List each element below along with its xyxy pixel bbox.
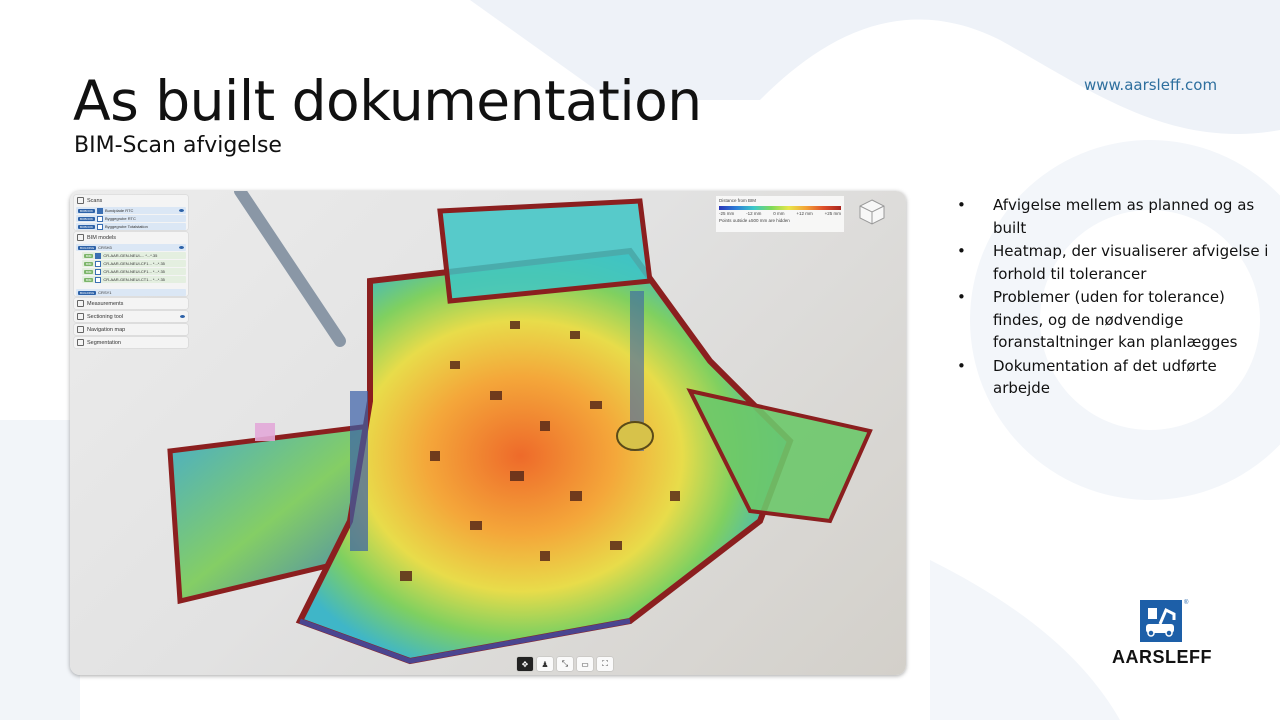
bim-item[interactable]: BIM CR-AAR-GEN-NEUI-... *...*.35: [82, 252, 186, 259]
bullet-item: • Problemer (uden for tolerance) findes, …: [957, 288, 1238, 351]
deviation-legend: Distance from BIM -25 mm -12 mm 0 mm +12…: [716, 196, 844, 232]
bim-item[interactable]: BIM CR-AAR-GEN-NEUI-CT1... *...*.35: [82, 276, 186, 283]
viewer-toolbar: ✥ ♟ ⤡ ▭ ⛶: [517, 657, 613, 673]
aarsleff-logo: ® AARSLEFF: [1097, 600, 1227, 670]
screen-icon[interactable]: ▭: [577, 657, 593, 671]
eye-icon[interactable]: [180, 315, 185, 318]
person-icon[interactable]: ♟: [537, 657, 553, 671]
registered-mark: ®: [1184, 600, 1189, 606]
bim-models-panel: BIM models BUILDING CRSH3 BIM CR-AAR-GEN…: [74, 232, 188, 296]
legend-tick: -12 mm: [746, 211, 762, 216]
checkbox[interactable]: [95, 276, 102, 283]
building-item[interactable]: BUILDING CRSY1: [76, 289, 186, 296]
tool-segmentation[interactable]: Segmentation: [74, 337, 188, 348]
scan-icon: [77, 197, 84, 204]
heatmap-scan-image[interactable]: [70, 191, 906, 675]
move-icon[interactable]: ✥: [517, 657, 533, 671]
fullscreen-icon[interactable]: ⛶: [597, 657, 613, 671]
segment-icon: [77, 339, 84, 346]
point-cloud-viewer[interactable]: Scans BOBOOK Bundplade RTC BOBOOK Byggeg…: [70, 191, 906, 675]
building-item[interactable]: BUILDING CRSH3: [76, 244, 186, 251]
website-link[interactable]: www.aarsleff.com: [1084, 76, 1217, 94]
bullet-list: • Afvigelse mellem as planned og as built…: [953, 194, 1273, 401]
eye-icon[interactable]: [179, 246, 184, 249]
orientation-cube-icon[interactable]: [857, 197, 887, 227]
bullet-dot: •: [957, 242, 966, 260]
legend-tick: +25 mm: [824, 211, 841, 216]
checkbox[interactable]: [95, 268, 102, 275]
scan-item[interactable]: BOBOOK Byggegrube RTC: [76, 215, 186, 222]
scans-panel: Scans BOBOOK Bundplade RTC BOBOOK Byggeg…: [74, 195, 188, 230]
section-icon: [77, 313, 84, 320]
slide-subtitle: BIM-Scan afvigelse: [74, 133, 282, 158]
legend-title: Distance from BIM: [719, 198, 757, 203]
tool-sectioning[interactable]: Sectioning tool: [74, 311, 188, 322]
scan-item[interactable]: BOBOOK Byggegrube Totalstation: [76, 223, 186, 230]
bullet-dot: •: [957, 196, 966, 214]
bullet-item: • Afvigelse mellem as planned og as built: [957, 196, 1255, 237]
slide-title: As built dokumentation: [73, 69, 702, 133]
scans-label: Scans: [87, 197, 103, 204]
checkbox[interactable]: [97, 223, 104, 230]
viewer-sidebar: Scans BOBOOK Bundplade RTC BOBOOK Byggeg…: [74, 195, 188, 350]
tool-measurements[interactable]: Measurements: [74, 298, 188, 309]
eye-icon[interactable]: [179, 209, 184, 212]
checkbox[interactable]: [97, 215, 104, 222]
checkbox[interactable]: [95, 260, 102, 267]
bim-models-label: BIM models: [87, 234, 117, 241]
checkbox[interactable]: [95, 252, 102, 259]
logo-text: AARSLEFF: [1112, 647, 1212, 667]
legend-tick: +12 mm: [796, 211, 813, 216]
measure-icon[interactable]: ⤡: [557, 657, 573, 671]
legend-note: Points outside ±500 mm are hidden: [719, 218, 790, 223]
checkbox[interactable]: [97, 207, 104, 214]
ruler-icon: [77, 300, 84, 307]
bullet-dot: •: [957, 288, 966, 306]
bullet-item: • Dokumentation af det udførte arbejde: [957, 356, 1217, 398]
cube-icon: [77, 234, 84, 241]
legend-tick: -25 mm: [719, 211, 735, 216]
legend-colorbar: [719, 206, 841, 210]
bullet-item: • Heatmap, der visualiserer afvigelse i f…: [957, 242, 1269, 283]
logo-mark-icon: [1140, 600, 1182, 642]
legend-tick: 0 mm: [773, 211, 785, 216]
bullet-dot: •: [957, 356, 966, 375]
bim-item[interactable]: BIM CR-AAR-GEN-NEUI-CF1... *...*.35: [82, 260, 186, 267]
tool-navigation-map[interactable]: Navigation map: [74, 324, 188, 335]
bim-item[interactable]: BIM CR-AAR-GEN-NEUI-CF1... *...*.35: [82, 268, 186, 275]
scan-item[interactable]: BOBOOK Bundplade RTC: [76, 207, 186, 214]
map-icon: [77, 326, 84, 333]
